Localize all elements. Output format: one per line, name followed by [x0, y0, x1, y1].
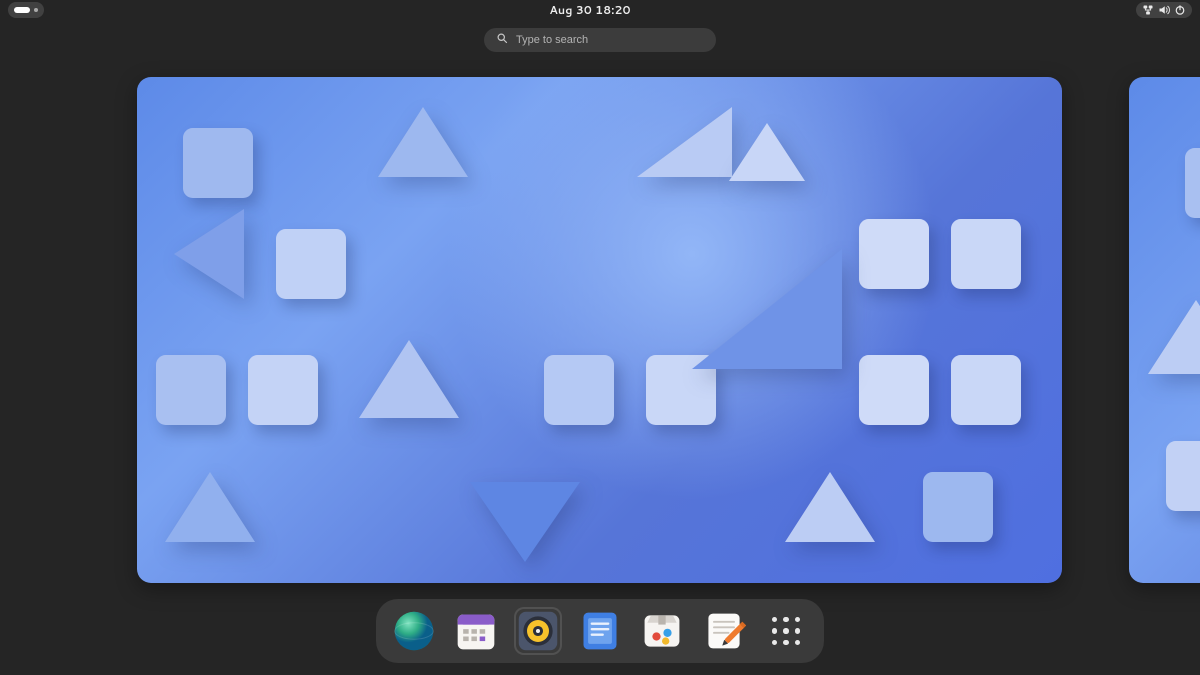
dock-show-apps[interactable]: [762, 607, 810, 655]
workspace-thumbnail-2[interactable]: [1129, 77, 1200, 583]
calendar-icon: [454, 609, 498, 653]
workspace-indicator-active: [14, 7, 30, 13]
workspace-indicator-dot: [34, 8, 38, 12]
dash-dock: [376, 599, 824, 663]
workspace-thumbnail-1[interactable]: [137, 77, 1062, 583]
software-icon: [640, 609, 684, 653]
desktop-wallpaper: [1129, 77, 1200, 583]
dock-app-calendar[interactable]: [452, 607, 500, 655]
desktop-wallpaper: [137, 77, 1062, 583]
power-icon: [1174, 4, 1186, 16]
network-wired-icon: [1142, 4, 1154, 16]
volume-icon: [1158, 4, 1170, 16]
apps-grid-icon: [764, 609, 808, 653]
clock[interactable]: Aug 30 18:20: [549, 2, 630, 18]
web-browser-icon: [392, 609, 436, 653]
top-bar: Aug 30 18:20: [0, 0, 1200, 20]
music-icon: [516, 609, 560, 653]
todo-icon: [578, 609, 622, 653]
dock-app-tasks[interactable]: [576, 607, 624, 655]
system-tray[interactable]: [1136, 2, 1192, 18]
text-editor-icon: [702, 609, 746, 653]
dock-app-web[interactable]: [390, 607, 438, 655]
search-input[interactable]: [516, 34, 704, 46]
dock-app-editor[interactable]: [700, 607, 748, 655]
search-icon: [496, 32, 508, 48]
search-bar[interactable]: [484, 28, 716, 52]
dock-app-music[interactable]: [514, 607, 562, 655]
activities-button[interactable]: [8, 2, 44, 18]
dock-app-software[interactable]: [638, 607, 686, 655]
